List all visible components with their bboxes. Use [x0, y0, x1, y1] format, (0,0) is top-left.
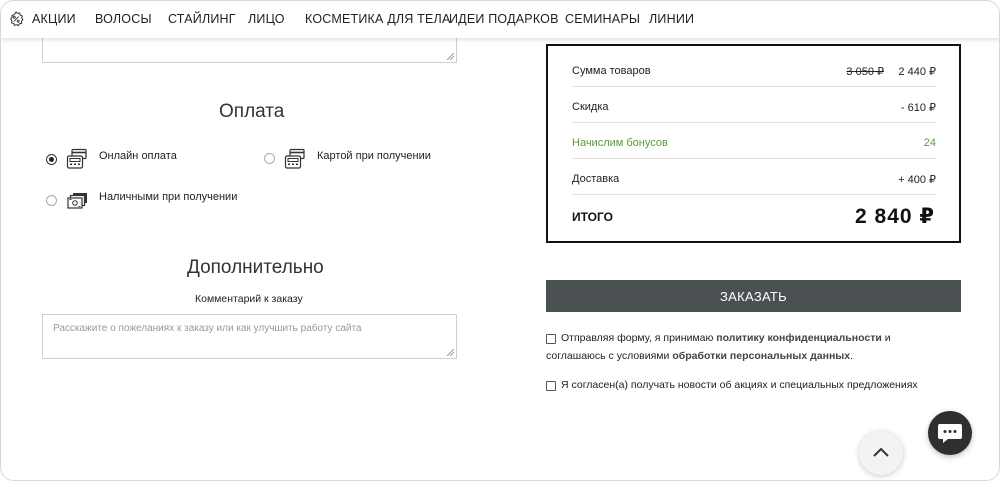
total-value: 2 840 ₽: [855, 205, 935, 228]
resize-handle-icon[interactable]: [447, 53, 454, 60]
scroll-up-button[interactable]: [859, 431, 903, 475]
privacy-consent-line2-pre: соглашаюсь с условиями: [546, 350, 673, 362]
chat-bubble-icon: [938, 424, 962, 443]
card-terminal-icon: [284, 148, 305, 169]
order-summary: Сумма товаров 3 050 ₽ 2 440 ₽ Скидка - 6…: [546, 44, 961, 243]
percent-badge-icon[interactable]: [8, 11, 24, 27]
summary-row-bonus: Начислим бонусов 24: [572, 123, 936, 159]
privacy-consent-pre: Отправляя форму, я принимаю: [561, 332, 717, 344]
newsletter-checkbox[interactable]: [546, 381, 556, 391]
privacy-policy-link[interactable]: политику конфиденциальности: [716, 332, 882, 344]
privacy-consent-mid: и: [881, 332, 891, 344]
chat-button[interactable]: [928, 411, 972, 455]
privacy-consent-end: .: [850, 350, 854, 362]
additional-title: Дополнительно: [187, 257, 324, 278]
radio-card-on-delivery[interactable]: [264, 153, 275, 164]
delivery-value: + 400 ₽: [898, 174, 936, 186]
privacy-consent-checkbox[interactable]: [546, 334, 556, 344]
comment-textarea[interactable]: Расскажите о пожеланиях к заказу или как…: [42, 314, 457, 359]
chevron-up-icon: [873, 447, 889, 457]
nav-item-gift-ideas[interactable]: ИДЕИ ПОДАРКОВ: [449, 12, 559, 26]
resize-handle-icon[interactable]: [447, 349, 454, 356]
nav-item-hair[interactable]: ВОЛОСЫ: [95, 12, 152, 26]
nav-item-body-cosmetics[interactable]: КОСМЕТИКА ДЛЯ ТЕЛА: [305, 12, 451, 26]
subtotal-value: 2 440 ₽: [898, 66, 936, 78]
comment-label: Комментарий к заказу: [195, 293, 303, 305]
privacy-consent-text: Отправляя форму, я принимаю политику кон…: [561, 329, 891, 348]
top-nav: АКЦИИ ВОЛОСЫ СТАЙЛИНГ ЛИЦО КОСМЕТИКА ДЛЯ…: [1, 1, 999, 38]
radio-online-payment[interactable]: [46, 154, 57, 165]
delivery-label: Доставка: [572, 173, 620, 185]
order-button[interactable]: ЗАКАЗАТЬ: [546, 280, 961, 312]
summary-row-delivery: Доставка + 400 ₽: [572, 159, 936, 195]
discount-value: - 610 ₽: [900, 102, 936, 114]
cash-icon: [67, 193, 87, 209]
nav-item-styling[interactable]: СТАЙЛИНГ: [168, 12, 236, 26]
bonus-label: Начислим бонусов: [572, 137, 668, 149]
subtotal-old-price: 3 050 ₽: [846, 66, 884, 78]
total-label: ИТОГО: [572, 210, 613, 224]
card-terminal-icon: [66, 148, 87, 169]
summary-row-subtotal: Сумма товаров 3 050 ₽ 2 440 ₽: [572, 51, 936, 87]
nav-item-seminars[interactable]: СЕМИНАРЫ: [565, 12, 640, 26]
summary-row-discount: Скидка - 610 ₽: [572, 87, 936, 123]
radio-cash-on-delivery[interactable]: [46, 195, 57, 206]
comment-placeholder: Расскажите о пожеланиях к заказу или как…: [53, 323, 362, 334]
privacy-consent-text-line2: соглашаюсь с условиями обработки персона…: [546, 347, 853, 366]
nav-item-face[interactable]: ЛИЦО: [248, 12, 285, 26]
payment-title: Оплата: [219, 101, 285, 122]
page: АКЦИИ ВОЛОСЫ СТАЙЛИНГ ЛИЦО КОСМЕТИКА ДЛЯ…: [0, 0, 1000, 481]
newsletter-label[interactable]: Я согласен(а) получать новости об акциях…: [561, 376, 918, 395]
online-payment-label[interactable]: Онлайн оплата: [99, 150, 177, 162]
card-on-delivery-label[interactable]: Картой при получении: [317, 150, 431, 162]
nav-item-lines[interactable]: ЛИНИИ: [649, 12, 694, 26]
personal-data-link[interactable]: обработки персональных данных: [672, 350, 850, 362]
bonus-value: 24: [923, 137, 936, 149]
nav-item-sales[interactable]: АКЦИИ: [32, 12, 76, 26]
cash-on-delivery-label[interactable]: Наличными при получении: [99, 191, 237, 203]
subtotal-label: Сумма товаров: [572, 65, 651, 77]
discount-label: Скидка: [572, 101, 609, 113]
